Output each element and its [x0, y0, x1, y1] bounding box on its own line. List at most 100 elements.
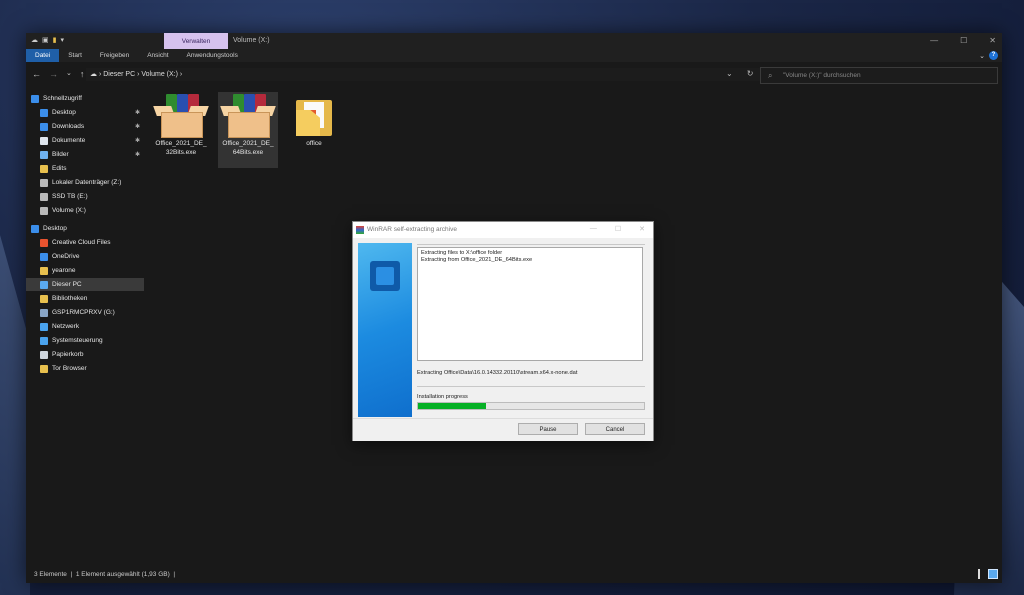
address-field[interactable]: ☁ › Dieser PC › Volume (X:) › — [86, 68, 760, 81]
title-bar[interactable]: ☁ ▣ ▮ ▾ Verwalten Volume (X:) — ☐ ✕ — [26, 33, 1002, 49]
sidebar-item-label: Tor Browser — [52, 365, 87, 372]
sidebar-item-bilder[interactable]: Bilder ✱ — [26, 148, 144, 161]
pin-icon[interactable]: ✱ — [135, 137, 140, 144]
search-input[interactable]: ⌕ "Volume (X:)" durchsuchen — [760, 67, 998, 84]
divider — [417, 244, 645, 245]
window-title: Volume (X:) — [233, 37, 270, 44]
sidebar-item-dokumente[interactable]: Dokumente ✱ — [26, 134, 144, 147]
sidebar-item-label: Bibliotheken — [52, 295, 88, 302]
file-item[interactable]: Office_2021_DE_ 32Bits.exe — [151, 92, 211, 168]
minimize-button[interactable]: — — [930, 36, 938, 45]
details-view-icon[interactable] — [978, 569, 984, 579]
divider — [417, 386, 645, 387]
network-drive-icon — [40, 308, 48, 317]
pictures-icon — [40, 150, 48, 159]
sidebar-item-label: Dokumente — [52, 137, 86, 144]
breadcrumb-dieser-pc[interactable]: Dieser PC — [103, 71, 135, 78]
winrar-logo-icon — [370, 261, 400, 291]
sidebar-item-dieser-pc[interactable]: Dieser PC — [26, 278, 144, 291]
sidebar-item-papierkorb[interactable]: Papierkorb — [26, 348, 144, 361]
library-icon — [40, 294, 48, 303]
sidebar-item-edits[interactable]: Edits — [26, 162, 144, 175]
tab-freigeben[interactable]: Freigeben — [91, 49, 138, 62]
pin-icon[interactable]: ✱ — [135, 151, 140, 158]
sidebar-item-desktop[interactable]: Desktop ✱ — [26, 106, 144, 119]
drive-icon: ☁ — [90, 71, 97, 78]
sidebar-item-tor-browser[interactable]: Tor Browser — [26, 362, 144, 375]
sidebar-item-downloads[interactable]: Downloads ✱ — [26, 120, 144, 133]
tab-ansicht[interactable]: Ansicht — [138, 49, 177, 62]
current-file-text: Extracting Office\Data\16.0.14332.20110\… — [417, 370, 578, 376]
sidebar-item-netzwerk[interactable]: Netzwerk — [26, 320, 144, 333]
pin-icon[interactable]: ✱ — [135, 123, 140, 130]
sidebar-item-label: Bilder — [52, 151, 69, 158]
status-bar: 3 Elemente | 1 Element ausgewählt (1,93 … — [26, 566, 1002, 583]
sidebar-item-yearone[interactable]: yearone — [26, 264, 144, 277]
sidebar-item-desktop[interactable]: Desktop — [26, 222, 144, 235]
forward-arrow-icon[interactable]: → — [49, 69, 58, 79]
folder-icon — [294, 92, 334, 138]
pause-button[interactable]: Pause — [518, 423, 578, 435]
sidebar-item-creative-cloud-files[interactable]: Creative Cloud Files — [26, 236, 144, 249]
refresh-icon[interactable]: ↻ — [747, 69, 754, 78]
recent-locations-icon[interactable]: ⌄ — [66, 69, 72, 79]
log-line: Extracting from Office_2021_DE_64Bits.ex… — [421, 257, 533, 263]
sidebar-item-systemsteuerung[interactable]: Systemsteuerung — [26, 334, 144, 347]
dialog-minimize-button[interactable]: — — [590, 225, 597, 233]
cancel-button[interactable]: Cancel — [585, 423, 645, 435]
sidebar-item-label: Schnellzugriff — [43, 95, 82, 102]
drive-icon — [40, 206, 48, 215]
sidebar-item-label: SSD TB (E:) — [52, 193, 88, 200]
tab-datei[interactable]: Datei — [26, 49, 60, 62]
sidebar-item-label: Desktop — [43, 225, 67, 232]
tab-verwalten[interactable]: Verwalten — [164, 33, 228, 49]
expand-ribbon-icon[interactable]: ⌄ — [979, 52, 985, 60]
breadcrumb-volume[interactable]: Volume (X:) — [141, 71, 178, 78]
log-line: Extracting files to X:\office folder — [421, 250, 503, 256]
dialog-side-banner — [358, 243, 412, 417]
close-button[interactable]: ✕ — [989, 36, 996, 45]
sidebar-item-schnellzugriff[interactable]: Schnellzugriff — [26, 92, 144, 105]
sidebar-item-label: Edits — [52, 165, 67, 172]
sidebar-item-label: Systemsteuerung — [52, 337, 103, 344]
cloud-icon — [40, 252, 48, 261]
back-arrow-icon[interactable]: ← — [32, 69, 41, 79]
sidebar-item-ssd-tb-e[interactable]: SSD TB (E:) — [26, 190, 144, 203]
document-icon — [40, 136, 48, 145]
dialog-maximize-button[interactable]: ☐ — [615, 225, 621, 233]
large-icons-view-icon[interactable] — [988, 569, 998, 579]
dialog-close-button[interactable]: ✕ — [639, 225, 645, 233]
folder-icon — [40, 164, 48, 173]
help-icon[interactable]: ? — [989, 51, 998, 60]
file-item-selected[interactable]: Office_2021_DE_ 64Bits.exe — [218, 92, 278, 168]
folder-item[interactable]: office — [284, 92, 344, 168]
extraction-log[interactable]: Extracting files to X:\office folder Ext… — [417, 247, 643, 361]
tab-anwendungstools[interactable]: Anwendungstools — [178, 49, 247, 62]
sidebar-item-lokaler-datentr-ger-z[interactable]: Lokaler Datenträger (Z:) — [26, 176, 144, 189]
winrar-archive-icon — [153, 92, 209, 138]
sidebar-item-gsp1rmcprxv-g[interactable]: GSP1RMCPRXV (G:) — [26, 306, 144, 319]
desktop-icon — [31, 224, 39, 233]
file-name: Office_2021_DE_ 64Bits.exe — [222, 140, 274, 156]
dialog-title-bar[interactable]: WinRAR self-extracting archive — ☐ ✕ — [353, 222, 653, 238]
item-count: 3 Elemente — [34, 571, 67, 578]
maximize-button[interactable]: ☐ — [960, 36, 967, 45]
address-history-icon[interactable]: ⌄ — [726, 69, 733, 78]
sidebar-item-label: Papierkorb — [52, 351, 84, 358]
user-folder-icon — [40, 266, 48, 275]
up-arrow-icon[interactable]: ↑ — [80, 69, 85, 79]
new-folder-icon[interactable]: ▮ — [53, 36, 57, 44]
sidebar-item-onedrive[interactable]: OneDrive — [26, 250, 144, 263]
sidebar-item-volume-x[interactable]: Volume (X:) — [26, 204, 144, 217]
dialog-title: WinRAR self-extracting archive — [367, 226, 457, 233]
pin-icon[interactable]: ✱ — [135, 109, 140, 116]
control-panel-icon — [40, 336, 48, 345]
customize-toolbar-icon[interactable]: ▾ — [60, 36, 64, 44]
progress-fill — [418, 403, 486, 409]
sidebar-item-label: Netzwerk — [52, 323, 80, 330]
sidebar-item-label: GSP1RMCPRXV (G:) — [52, 309, 115, 316]
properties-icon[interactable]: ▣ — [42, 36, 49, 44]
tab-start[interactable]: Start — [59, 49, 91, 62]
sidebar-item-bibliotheken[interactable]: Bibliotheken — [26, 292, 144, 305]
search-placeholder: "Volume (X:)" durchsuchen — [783, 72, 861, 79]
